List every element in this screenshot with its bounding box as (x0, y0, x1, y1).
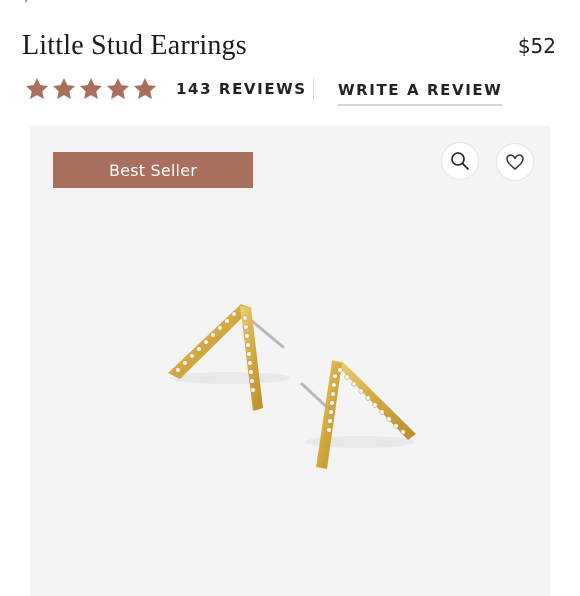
star-icon (79, 77, 103, 99)
reviews-count-link[interactable]: 143 REVIEWS (176, 80, 307, 98)
earrings-product-image (168, 304, 416, 469)
divider (313, 78, 314, 101)
product-price: $52 (517, 34, 556, 58)
star-icon (25, 77, 49, 99)
star-icon (52, 77, 76, 99)
product-image-area[interactable]: Best Seller (30, 126, 550, 596)
star-icon (106, 77, 130, 99)
write-review-link[interactable]: WRITE A REVIEW (338, 81, 503, 106)
star-icon (133, 77, 157, 99)
right-earring (300, 360, 416, 469)
previous-line-fragment: ‚ ─ · ─ · (24, 0, 324, 4)
rating-row: 143 REVIEWS (24, 74, 307, 104)
product-title: Little Stud Earrings (22, 30, 247, 61)
star-rating[interactable] (24, 76, 158, 102)
left-earring (168, 304, 285, 411)
